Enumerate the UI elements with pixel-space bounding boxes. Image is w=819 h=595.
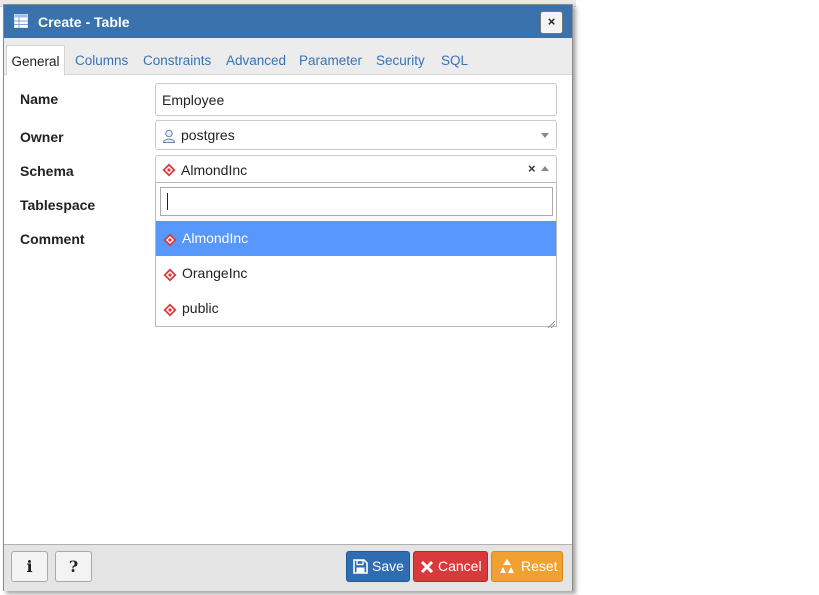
schema-option-orangeinc[interactable]: OrangeInc [156, 256, 556, 291]
option-label: AlmondInc [182, 230, 249, 246]
dialog-title: Create - Table [38, 14, 130, 30]
name-input[interactable]: Employee [155, 83, 557, 116]
tab-sql[interactable]: SQL [441, 53, 468, 68]
save-button[interactable]: Save [346, 551, 410, 582]
close-icon [420, 560, 434, 574]
schema-option-public[interactable]: public [156, 291, 556, 326]
floppy-disk-icon [353, 559, 368, 574]
name-input-value: Employee [162, 92, 225, 108]
schema-search-input[interactable] [160, 187, 553, 216]
comment-label: Comment [20, 231, 85, 247]
tab-parameter[interactable]: Parameter [299, 53, 362, 68]
reset-label: Reset [521, 558, 558, 574]
save-label: Save [372, 558, 404, 574]
tab-bar: General Columns Constraints Advanced Par… [4, 38, 572, 76]
chevron-up-icon[interactable] [541, 166, 549, 171]
owner-label: Owner [20, 129, 64, 145]
dialog-footer: i ? Save Cancel Reset [4, 544, 572, 591]
schema-icon [162, 163, 176, 177]
schema-dropdown: AlmondInc OrangeInc public [155, 182, 557, 327]
schema-icon [163, 303, 177, 317]
tab-general[interactable]: General [6, 45, 65, 76]
reset-button[interactable]: Reset [491, 551, 563, 582]
info-icon: i [26, 557, 33, 576]
schema-label: Schema [20, 163, 74, 179]
schema-select-value: AlmondInc [181, 162, 248, 178]
schema-icon [163, 233, 177, 247]
option-label: public [182, 300, 219, 316]
tablespace-label: Tablespace [20, 197, 96, 213]
schema-option-almondinc[interactable]: AlmondInc [156, 221, 556, 256]
tab-columns[interactable]: Columns [75, 53, 128, 68]
schema-icon [163, 268, 177, 282]
option-label: OrangeInc [182, 265, 248, 281]
close-icon: × [547, 14, 556, 29]
help-button[interactable]: ? [55, 551, 92, 582]
clear-icon[interactable]: × [528, 161, 536, 176]
cancel-button[interactable]: Cancel [413, 551, 488, 582]
tab-security[interactable]: Security [376, 53, 425, 68]
table-icon [14, 14, 28, 28]
tab-constraints[interactable]: Constraints [143, 53, 211, 68]
user-icon [162, 129, 176, 143]
text-cursor [167, 193, 168, 210]
tab-advanced[interactable]: Advanced [226, 53, 286, 68]
resize-handle-icon[interactable] [547, 320, 555, 328]
owner-select-value: postgres [181, 127, 235, 143]
cancel-label: Cancel [438, 558, 482, 574]
name-label: Name [20, 91, 59, 107]
dialog-titlebar[interactable]: Create - Table × [4, 5, 572, 38]
help-icon: ? [68, 557, 79, 576]
info-button[interactable]: i [11, 551, 48, 582]
schema-select[interactable]: AlmondInc × [155, 155, 557, 183]
chevron-down-icon[interactable] [541, 133, 549, 138]
create-table-dialog: Create - Table × General Columns Constra… [3, 4, 573, 591]
owner-select[interactable]: postgres [155, 120, 557, 150]
close-button[interactable]: × [540, 11, 563, 34]
recycle-icon [500, 559, 514, 573]
